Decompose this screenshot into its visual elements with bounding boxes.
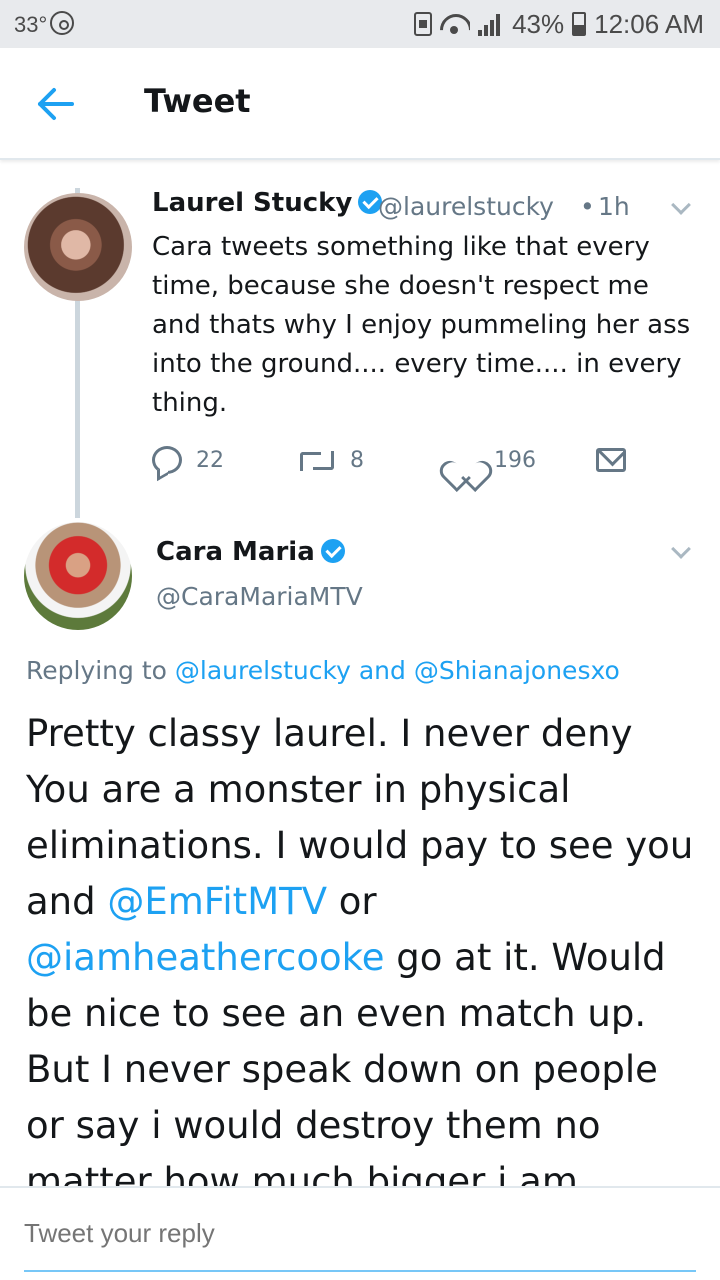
app-header: Tweet [0, 48, 720, 160]
signal-icon [478, 12, 504, 36]
temperature-text: 33° [14, 12, 48, 37]
heart-icon [448, 446, 480, 474]
replying-user-link[interactable]: @Shianajonesxo [414, 656, 620, 685]
notification-clock-icon [50, 11, 74, 35]
retweet-icon [298, 448, 336, 472]
reply-input-underline [24, 1270, 696, 1272]
battery-icon [572, 12, 587, 36]
replying-user-link[interactable]: @laurelstucky [175, 656, 351, 685]
reply-button[interactable]: 22 [152, 440, 224, 480]
replying-prefix: Replying to [26, 656, 167, 685]
tweet-2-author[interactable]: Cara Maria [156, 537, 345, 567]
tweet-2-handle[interactable]: @CaraMariaMTV [156, 582, 363, 611]
arrow-left-icon[interactable] [34, 84, 78, 124]
storage-icon [414, 12, 433, 36]
envelope-icon [596, 448, 626, 472]
like-count: 196 [494, 447, 536, 473]
battery-percent: 43% [512, 8, 565, 39]
replying-to-line: Replying to @laurelstucky and @Shianajon… [26, 656, 620, 685]
like-button[interactable]: 196 [448, 440, 536, 480]
chevron-down-icon[interactable] [671, 539, 691, 559]
page-title: Tweet [144, 82, 251, 120]
retweet-button[interactable]: 8 [298, 440, 364, 480]
tweet-1-separator: • [580, 192, 595, 221]
mention-link[interactable]: @EmFitMTV [107, 880, 327, 923]
tweet-2-text-part: or [338, 880, 377, 923]
tweet-2-display-name: Cara Maria [156, 537, 315, 567]
reply-composer [0, 1186, 720, 1280]
replying-and: and [358, 656, 406, 685]
tweet-1-text: Cara tweets something like that every ti… [152, 232, 691, 418]
reply-input[interactable] [24, 1218, 359, 1249]
retweet-count: 8 [350, 447, 364, 473]
battery-fill [574, 25, 585, 34]
status-icons: 43% 12:06 AM [414, 8, 704, 40]
reply-count: 22 [196, 447, 224, 473]
verified-badge-icon [320, 539, 345, 563]
tweet-1-author[interactable]: Laurel Stucky [152, 188, 383, 218]
status-time: 12:06 AM [594, 8, 704, 39]
avatar-laurel-stucky[interactable] [24, 193, 132, 301]
chevron-down-icon[interactable] [671, 195, 691, 215]
tweet-1-time[interactable]: 1h [598, 192, 630, 221]
tweet-1-actions: 22 8 196 [152, 440, 652, 480]
wifi-icon [440, 12, 470, 36]
avatar-cara-maria[interactable] [24, 522, 132, 630]
status-bar: 33° 43% 12:06 AM [0, 0, 720, 48]
reply-icon [152, 446, 182, 474]
tweet-2-text: Pretty classy laurel. I never deny You a… [26, 706, 700, 1186]
direct-message-button[interactable] [596, 440, 626, 480]
tweet-1-handle[interactable]: @laurelstucky [378, 192, 554, 221]
tweet-1-display-name: Laurel Stucky [152, 188, 353, 218]
mention-link[interactable]: @iamheathercooke [26, 936, 385, 979]
